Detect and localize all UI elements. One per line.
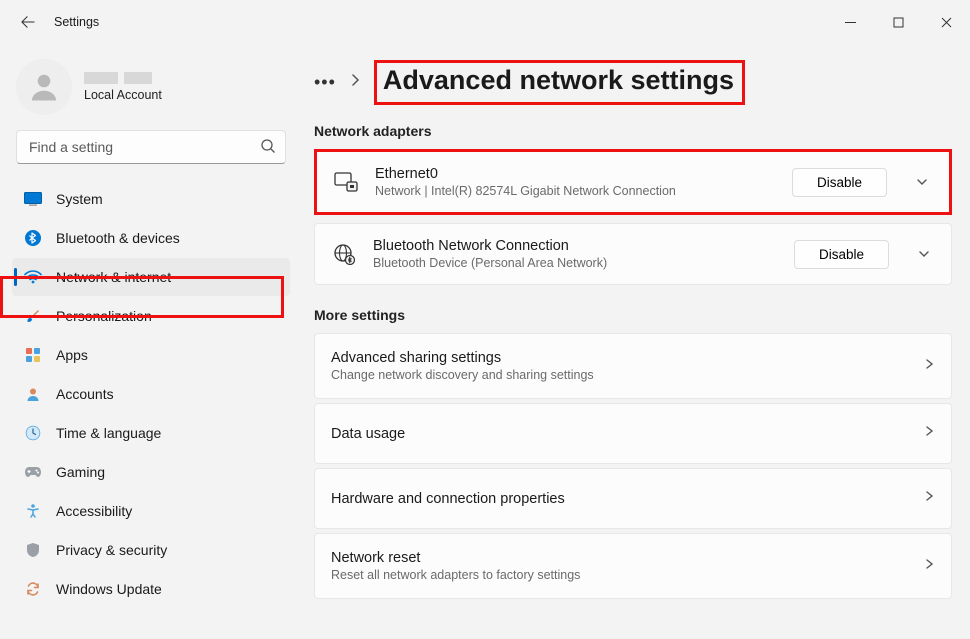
link-sub: Reset all network adapters to factory se… (331, 568, 923, 582)
display-icon (24, 190, 42, 208)
chevron-down-icon (917, 247, 931, 261)
shield-icon (24, 541, 42, 559)
sidebar-item-accessibility[interactable]: Accessibility (12, 492, 290, 530)
nav-label: Time & language (56, 425, 161, 441)
titlebar: Settings (0, 0, 970, 44)
sidebar-item-system[interactable]: System (12, 180, 290, 218)
chevron-right-icon (923, 489, 935, 508)
link-title: Advanced sharing settings (331, 350, 923, 366)
accounts-icon (24, 385, 42, 403)
breadcrumb-overflow[interactable]: ••• (314, 72, 336, 93)
chevron-right-icon (923, 424, 935, 443)
nav-list: System Bluetooth & devices Network & int… (12, 180, 290, 608)
nav-label: Personalization (56, 308, 152, 324)
profile-block[interactable]: Local Account (12, 54, 290, 124)
globe-icon (331, 243, 357, 265)
expand-button[interactable] (913, 247, 935, 261)
section-more-label: More settings (314, 307, 952, 323)
disable-button[interactable]: Disable (792, 168, 887, 197)
breadcrumb: ••• Advanced network settings (314, 60, 952, 105)
person-icon (26, 69, 62, 105)
sidebar-item-network[interactable]: Network & internet (12, 258, 290, 296)
highlight-box-adapter: Ethernet0 Network | Intel(R) 82574L Giga… (314, 149, 952, 215)
link-title: Hardware and connection properties (331, 491, 923, 507)
close-button[interactable] (922, 0, 970, 44)
minimize-button[interactable] (826, 0, 874, 44)
sidebar-item-update[interactable]: Windows Update (12, 570, 290, 608)
username-redacted (84, 72, 162, 84)
window-title: Settings (54, 15, 99, 29)
adapter-name: Ethernet0 (375, 166, 776, 182)
sidebar-item-bluetooth[interactable]: Bluetooth & devices (12, 219, 290, 257)
search-icon (260, 138, 276, 159)
search-input[interactable] (16, 130, 286, 164)
arrow-left-icon (21, 15, 35, 29)
highlight-box-title: Advanced network settings (374, 60, 745, 105)
clock-icon (24, 424, 42, 442)
adapter-name: Bluetooth Network Connection (373, 238, 778, 254)
sidebar-item-gaming[interactable]: Gaming (12, 453, 290, 491)
maximize-icon (893, 17, 904, 28)
sidebar-item-privacy[interactable]: Privacy & security (12, 531, 290, 569)
nav-label: Privacy & security (56, 542, 167, 558)
account-type: Local Account (84, 88, 162, 102)
profile-text: Local Account (84, 72, 162, 102)
chevron-right-icon (350, 73, 360, 92)
page-title: Advanced network settings (383, 65, 734, 95)
nav-label: Accounts (56, 386, 114, 402)
apps-icon (24, 346, 42, 364)
adapter-desc: Network | Intel(R) 82574L Gigabit Networ… (375, 184, 776, 198)
maximize-button[interactable] (874, 0, 922, 44)
disable-button[interactable]: Disable (794, 240, 889, 269)
adapter-desc: Bluetooth Device (Personal Area Network) (373, 256, 778, 270)
nav-label: System (56, 191, 103, 207)
link-data-usage[interactable]: Data usage (314, 403, 952, 464)
update-icon (24, 580, 42, 598)
expand-button[interactable] (911, 175, 933, 189)
link-sub: Change network discovery and sharing set… (331, 368, 923, 382)
chevron-down-icon (915, 175, 929, 189)
brush-icon (24, 307, 42, 325)
nav-label: Bluetooth & devices (56, 230, 180, 246)
link-title: Data usage (331, 426, 923, 442)
sidebar-item-apps[interactable]: Apps (12, 336, 290, 374)
chevron-right-icon (923, 557, 935, 576)
sidebar-item-personalization[interactable]: Personalization (12, 297, 290, 335)
nav-label: Windows Update (56, 581, 162, 597)
main-panel: ••• Advanced network settings Network ad… (300, 44, 970, 639)
bluetooth-icon (24, 229, 42, 247)
accessibility-icon (24, 502, 42, 520)
sidebar: Local Account System Bluetooth & devices… (0, 44, 300, 639)
close-icon (941, 17, 952, 28)
sidebar-item-time[interactable]: Time & language (12, 414, 290, 452)
adapter-card-bluetooth[interactable]: Bluetooth Network Connection Bluetooth D… (314, 223, 952, 285)
chevron-right-icon (923, 357, 935, 376)
link-network-reset[interactable]: Network reset Reset all network adapters… (314, 533, 952, 599)
adapter-card-ethernet[interactable]: Ethernet0 Network | Intel(R) 82574L Giga… (317, 152, 949, 212)
ethernet-icon (333, 172, 359, 192)
wifi-icon (24, 268, 42, 286)
link-title: Network reset (331, 550, 923, 566)
nav-label: Gaming (56, 464, 105, 480)
minimize-icon (845, 17, 856, 28)
sidebar-item-accounts[interactable]: Accounts (12, 375, 290, 413)
section-adapters-label: Network adapters (314, 123, 952, 139)
nav-label: Accessibility (56, 503, 132, 519)
link-hardware-props[interactable]: Hardware and connection properties (314, 468, 952, 529)
search-wrap (16, 130, 286, 164)
window-buttons (826, 0, 970, 44)
back-button[interactable] (14, 15, 42, 29)
link-advanced-sharing[interactable]: Advanced sharing settings Change network… (314, 333, 952, 399)
gaming-icon (24, 463, 42, 481)
nav-label: Network & internet (56, 269, 171, 285)
nav-label: Apps (56, 347, 88, 363)
avatar (16, 59, 72, 115)
